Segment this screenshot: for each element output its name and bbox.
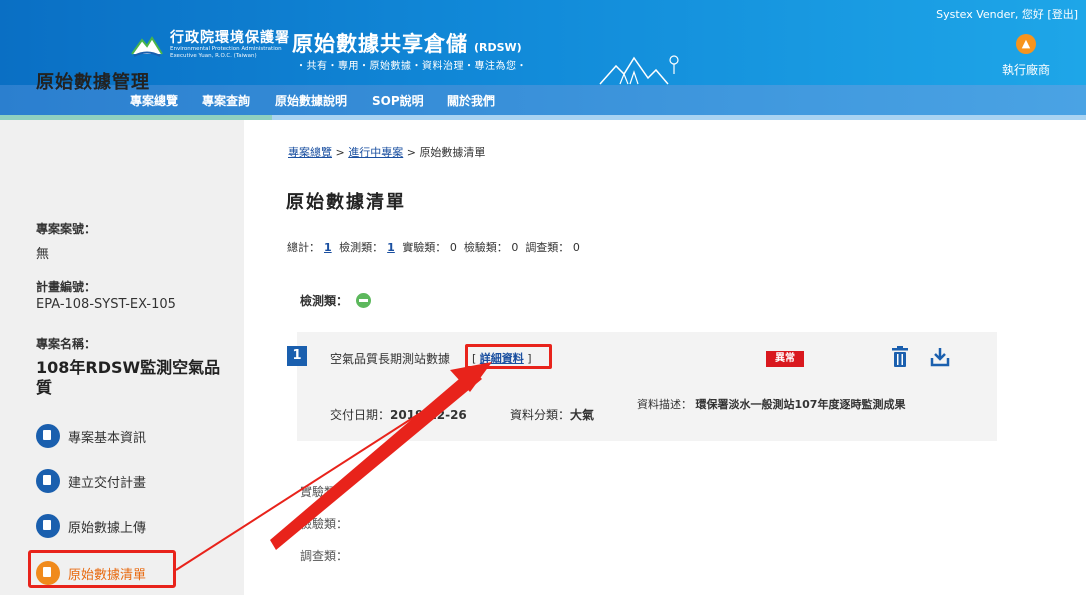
category-detect-label: 檢測類：	[300, 294, 349, 308]
project-name-label: 專案名稱：	[36, 337, 97, 351]
main-nav: 專案總覽 專案查詢 原始數據說明 SOP說明 關於我們	[0, 85, 1086, 115]
status-badge: 異常	[766, 351, 804, 367]
inspect-count: 0	[511, 241, 519, 254]
data-description: 資料描述： 環保署淡水一般測站107年度逐時監測成果	[637, 398, 957, 412]
project-name-value: 108年RDSW監測空氣品質	[36, 358, 221, 397]
site-title: 原始數據共享倉儲 (RDSW)	[292, 28, 522, 58]
plan-no-value: EPA-108-SYST-EX-105	[36, 297, 176, 312]
survey-count: 0	[572, 241, 580, 254]
delivery-date-value: 2019-12-26	[390, 408, 467, 422]
logout-link[interactable]: 登出	[1052, 8, 1074, 21]
data-description-label: 資料描述：	[637, 398, 692, 411]
breadcrumb: 專案總覽 > 進行中專案 > 原始數據清單	[288, 144, 485, 160]
sidebar-item-delivery-plan[interactable]: 建立交付計畫	[36, 469, 146, 493]
sidebar-item-data-upload[interactable]: 原始數據上傳	[36, 514, 146, 538]
building-icon[interactable]: ▲	[1016, 34, 1036, 54]
breadcrumb-separator: >	[335, 146, 345, 159]
total-count-link[interactable]: 1	[324, 241, 332, 254]
nav-item-sop[interactable]: SOP說明	[372, 92, 424, 109]
data-class: 資料分類：大氣	[510, 406, 594, 423]
epa-logo-icon	[131, 36, 163, 57]
total-label: 總計：	[287, 241, 320, 254]
vendor-role-label: 執行廠商	[1002, 63, 1051, 77]
site-header: 行政院環境保護署 Environmental Protection Admini…	[0, 0, 1086, 85]
nav-item-project-overview[interactable]: 專案總覽	[130, 92, 178, 109]
record-index-badge: 1	[287, 346, 307, 366]
experiment-label: 實驗類：	[402, 241, 447, 254]
breadcrumb-project-overview[interactable]: 專案總覽	[288, 146, 332, 159]
data-description-value: 環保署淡水一般測站107年度逐時監測成果	[695, 398, 906, 411]
page-title: 原始數據清單	[286, 192, 406, 213]
inspect-label: 檢驗類：	[463, 241, 508, 254]
sidebar-item-label: 專案基本資訊	[68, 430, 147, 446]
document-icon	[36, 469, 60, 493]
detect-label: 檢測類：	[339, 241, 384, 254]
document-icon	[36, 424, 60, 448]
document-icon	[36, 514, 60, 538]
highlight-box-detail	[465, 344, 552, 369]
experiment-count: 0	[449, 241, 457, 254]
org-name-en: Environmental Protection Administration	[170, 46, 282, 52]
trash-icon[interactable]	[891, 346, 909, 368]
data-class-value: 大氣	[570, 408, 595, 422]
category-detect-header: 檢測類：	[300, 292, 372, 309]
breadcrumb-separator: >	[406, 146, 416, 159]
sidebar-item-basic-info[interactable]: 專案基本資訊	[36, 424, 146, 448]
breadcrumb-in-progress[interactable]: 進行中專案	[348, 146, 403, 159]
detect-count-link[interactable]: 1	[387, 241, 395, 254]
plan-no-label: 計畫編號：	[36, 280, 97, 294]
nav-item-raw-data-info[interactable]: 原始數據說明	[275, 92, 347, 109]
category-experiment-label: 實驗類：	[300, 485, 349, 499]
breadcrumb-current: 原始數據清單	[419, 146, 486, 159]
epa-logo[interactable]: 行政院環境保護署 Environmental Protection Admini…	[130, 30, 290, 60]
record-name: 空氣品質長期測站數據	[330, 352, 451, 366]
site-abbr: (RDSW)	[474, 41, 522, 54]
sidebar-item-label: 原始數據上傳	[68, 520, 147, 536]
collapse-toggle-icon[interactable]	[356, 293, 372, 308]
delivery-date-label: 交付日期：	[330, 408, 391, 422]
category-survey-label: 調查類：	[300, 549, 349, 563]
org-name-en-2: Executive Yuan, R.O.C. (Taiwan)	[170, 53, 257, 59]
site-subtitle: ・共有・專用・原始數據・資料治理・專注為您・	[296, 61, 527, 72]
category-inspect-label: 檢驗類：	[300, 517, 349, 531]
summary-counts: 總計： 1 檢測類： 1 實驗類： 0 檢驗類： 0 調查類： 0	[287, 239, 580, 255]
nav-item-project-search[interactable]: 專案查詢	[202, 92, 250, 109]
survey-label: 調查類：	[525, 241, 570, 254]
nav-item-about[interactable]: 關於我們	[447, 92, 495, 109]
user-greeting: Systex Vender, 您好 [登出]	[936, 6, 1078, 22]
highlight-box-sidebar	[28, 550, 176, 588]
download-icon[interactable]	[929, 346, 951, 368]
mountain-illustration-icon	[599, 55, 679, 85]
user-greeting-end: ]	[1073, 8, 1078, 21]
site-title-text: 原始數據共享倉儲	[292, 32, 468, 56]
user-greeting-text: Systex Vender, 您好 [	[936, 8, 1052, 21]
org-name-zh: 行政院環境保護署	[170, 30, 290, 46]
sidebar-title: 原始數據管理	[36, 72, 150, 93]
case-no-value: 無	[36, 247, 50, 262]
delivery-date: 交付日期：2019-12-26	[330, 406, 467, 423]
sidebar-item-label: 建立交付計畫	[68, 475, 147, 491]
case-no-label: 專案案號：	[36, 222, 97, 236]
data-class-label: 資料分類：	[510, 408, 571, 422]
